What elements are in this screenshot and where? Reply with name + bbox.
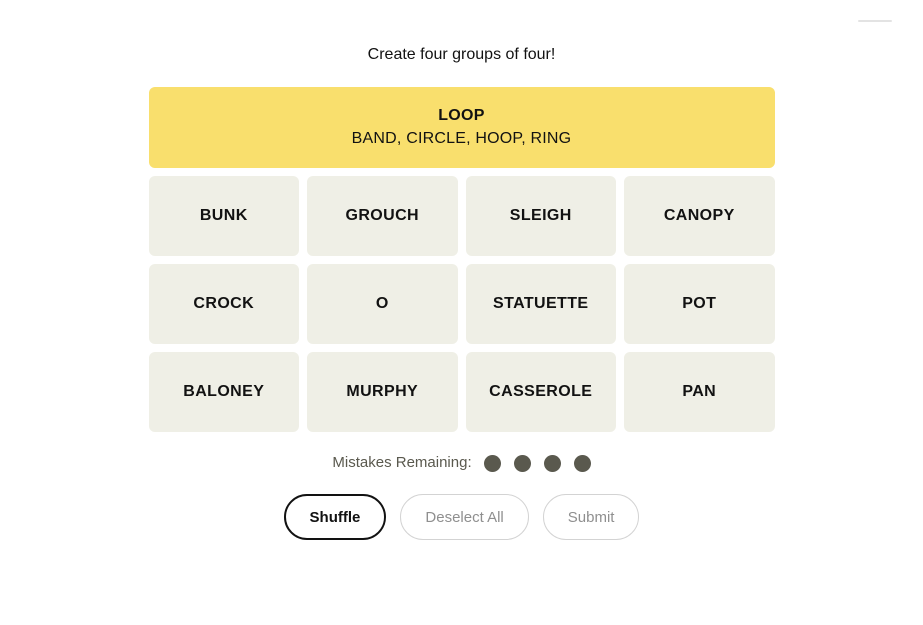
word-tile[interactable]: BALONEY — [148, 352, 299, 432]
game-board: LOOP BAND, CIRCLE, HOOP, RING BUNK GROUC… — [148, 87, 775, 432]
mistake-dots — [483, 454, 591, 472]
word-tile[interactable]: SLEIGH — [465, 176, 616, 256]
page-title: Create four groups of four! — [367, 46, 556, 63]
word-tile[interactable]: CANOPY — [624, 176, 775, 256]
word-tile[interactable]: CASSEROLE — [465, 352, 616, 432]
dot-2 — [513, 454, 531, 472]
shuffle-button[interactable]: Shuffle — [283, 494, 387, 540]
solved-group-words: BAND, CIRCLE, HOOP, RING — [351, 130, 572, 147]
dot-4 — [573, 454, 591, 472]
mistakes-label: Mistakes Remaining: — [332, 454, 472, 471]
deselect-all-button[interactable]: Deselect All — [400, 494, 529, 540]
tile-row: BUNK GROUCH SLEIGH CANOPY — [148, 176, 775, 256]
word-tile[interactable]: PAN — [624, 352, 775, 432]
word-tile[interactable]: POT — [624, 264, 775, 344]
solved-group-title: LOOP — [438, 107, 485, 124]
solved-group-yellow: LOOP BAND, CIRCLE, HOOP, RING — [148, 87, 775, 168]
word-tile[interactable]: GROUCH — [307, 176, 458, 256]
word-tile[interactable]: STATUETTE — [465, 264, 616, 344]
game-controls: Shuffle Deselect All Submit — [149, 494, 775, 540]
tile-row: CROCK O STATUETTE POT — [148, 264, 775, 344]
dot-1 — [483, 454, 501, 472]
word-tile[interactable]: O — [307, 264, 458, 344]
tile-row: BALONEY MURPHY CASSEROLE PAN — [148, 352, 775, 432]
word-tile[interactable]: CROCK — [148, 264, 299, 344]
word-tile[interactable]: MURPHY — [307, 352, 458, 432]
mistakes-remaining: Mistakes Remaining: — [149, 453, 775, 473]
dot-3 — [543, 454, 561, 472]
top-divider-artifact — [858, 20, 892, 22]
submit-button[interactable]: Submit — [542, 494, 640, 540]
connections-game: Create four groups of four! LOOP BAND, C… — [148, 0, 775, 540]
word-tile[interactable]: BUNK — [148, 176, 299, 256]
